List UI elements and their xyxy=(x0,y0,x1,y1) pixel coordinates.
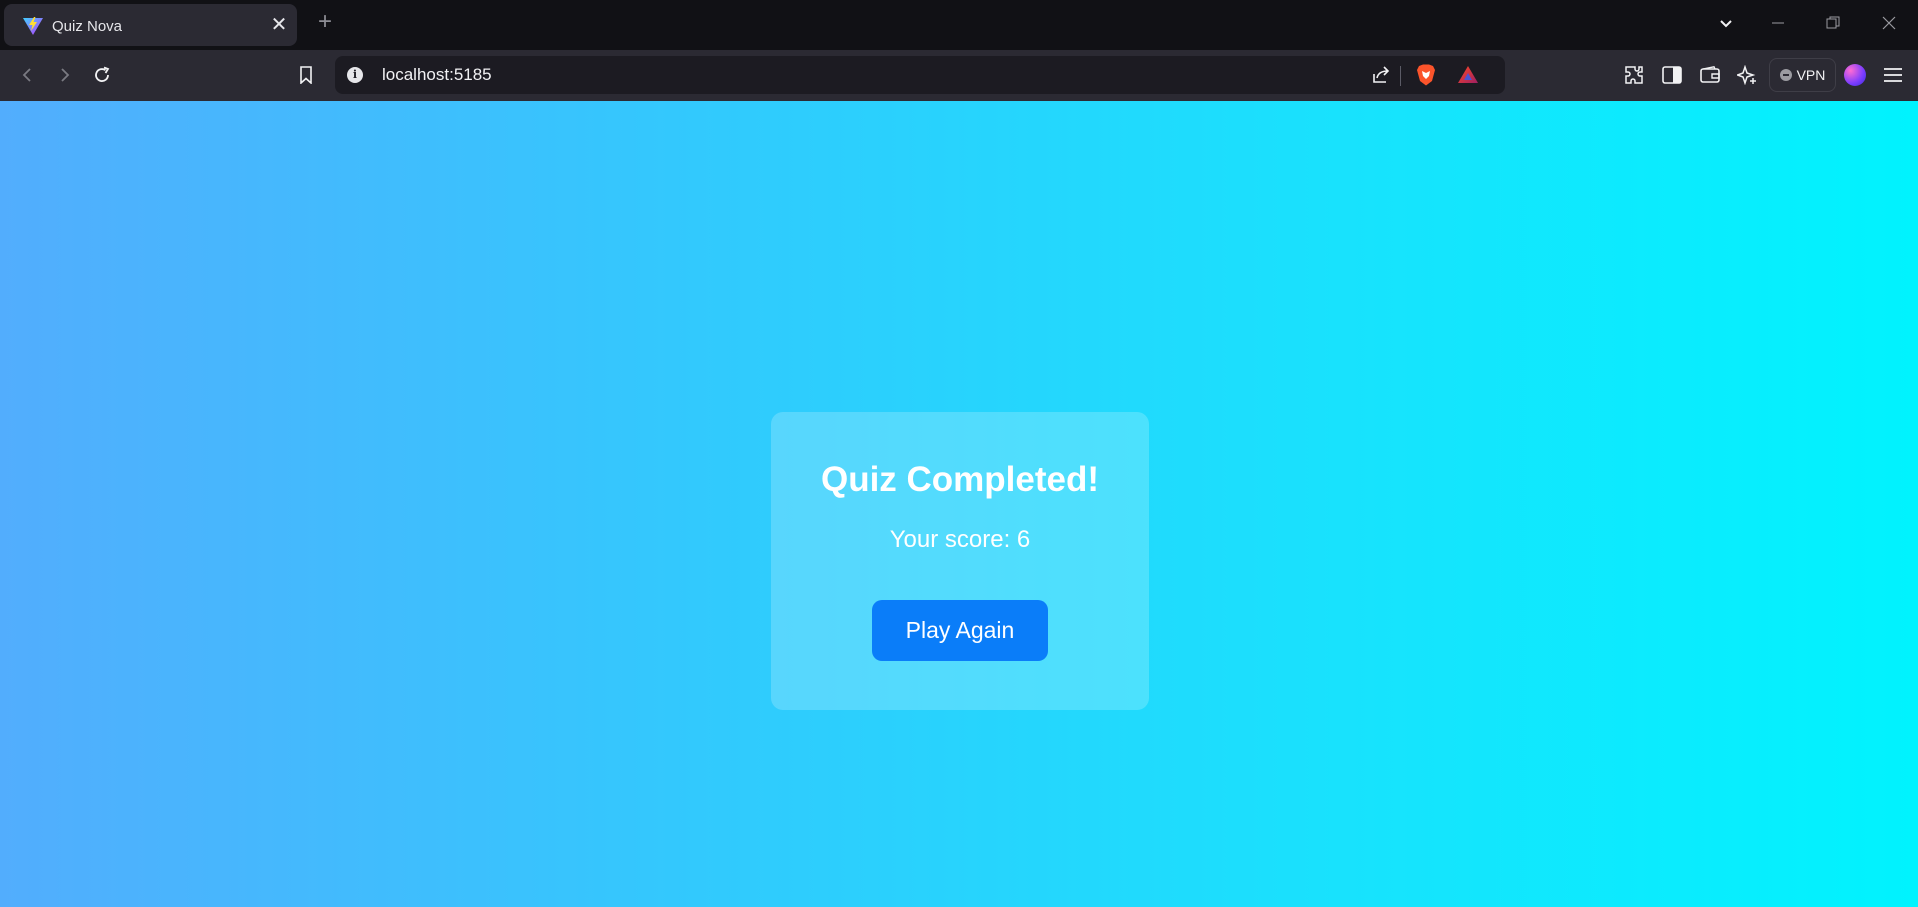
extensions-icon[interactable] xyxy=(1621,62,1647,88)
quiz-completed-heading: Quiz Completed! xyxy=(820,460,1100,499)
brave-shields-icon[interactable] xyxy=(1413,62,1439,88)
tab-close-icon[interactable]: ✕ xyxy=(269,15,289,35)
sidebar-icon[interactable] xyxy=(1659,62,1685,88)
tab-quiz-nova[interactable]: Quiz Nova ✕ xyxy=(4,4,297,46)
leo-ai-icon[interactable] xyxy=(1734,62,1760,88)
address-bar[interactable]: i localhost:5185 xyxy=(335,56,1505,94)
minimize-icon[interactable] xyxy=(1766,11,1790,35)
play-again-button[interactable]: Play Again xyxy=(872,600,1048,661)
bookmark-icon[interactable] xyxy=(293,62,319,88)
url-text[interactable]: localhost:5185 xyxy=(382,65,492,85)
vpn-button[interactable]: VPN xyxy=(1769,58,1836,92)
close-window-icon[interactable] xyxy=(1877,11,1901,35)
menu-icon[interactable] xyxy=(1880,62,1906,88)
reload-icon[interactable] xyxy=(89,62,115,88)
brave-rewards-icon[interactable] xyxy=(1455,62,1481,88)
address-separator xyxy=(1400,66,1401,86)
restore-icon[interactable] xyxy=(1821,11,1845,35)
vpn-status-icon xyxy=(1779,69,1792,81)
wallet-icon[interactable] xyxy=(1697,62,1723,88)
quiz-result-card: Quiz Completed! Your score: 6 Play Again xyxy=(771,412,1149,710)
site-info-icon[interactable]: i xyxy=(347,67,363,83)
vite-logo-icon xyxy=(23,17,43,35)
profile-avatar[interactable] xyxy=(1844,64,1866,86)
share-icon[interactable] xyxy=(1368,62,1394,88)
vpn-label: VPN xyxy=(1796,67,1826,83)
browser-toolbar: i localhost:5185 VPN xyxy=(0,50,1918,101)
tab-title: Quiz Nova xyxy=(52,18,123,35)
tab-strip: Quiz Nova ✕ + xyxy=(0,0,1918,50)
score-text: Your score: 6 xyxy=(889,526,1031,553)
page-viewport: Quiz Completed! Your score: 6 Play Again xyxy=(0,101,1918,907)
forward-icon[interactable] xyxy=(52,62,78,88)
back-icon[interactable] xyxy=(14,62,40,88)
new-tab-icon[interactable]: + xyxy=(314,10,336,34)
tab-list-chevron-icon[interactable] xyxy=(1714,11,1738,35)
